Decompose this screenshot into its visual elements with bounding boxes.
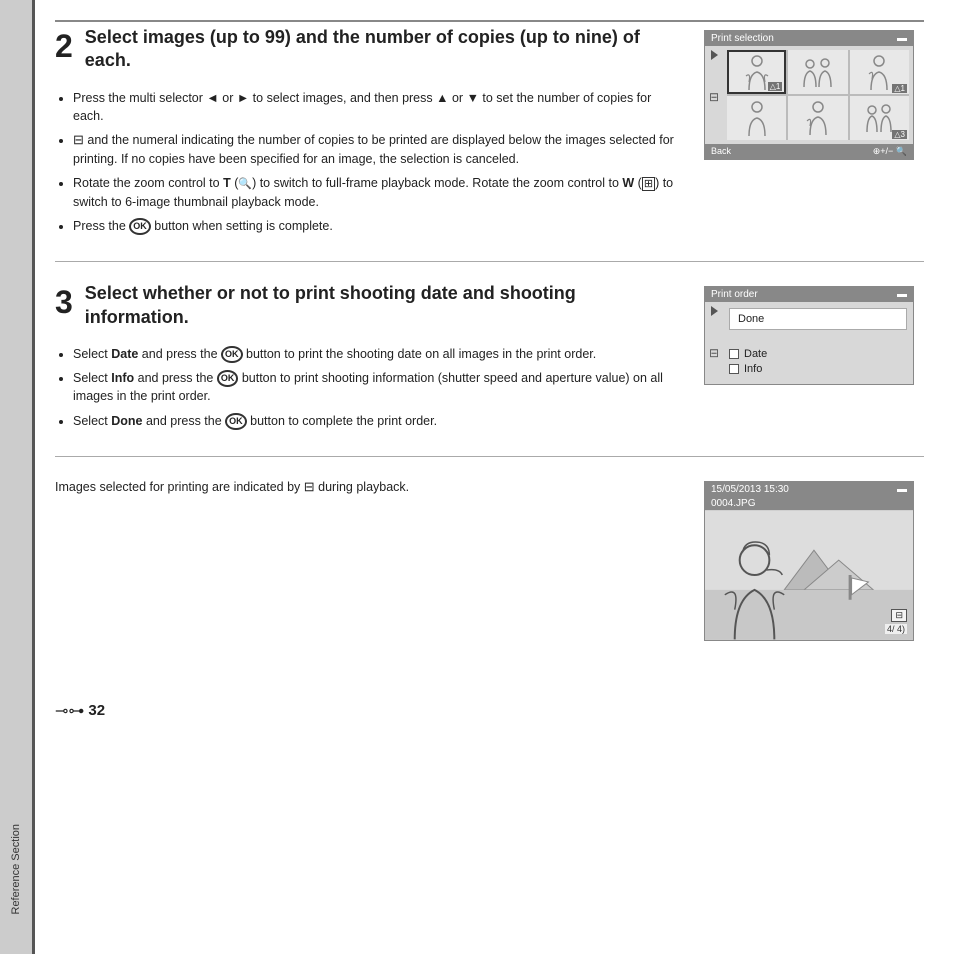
nav-print-icon-2: ⊟ [709, 346, 719, 360]
thumb-person-4 [744, 100, 770, 136]
step2-section: 2 Select images (up to 99) and the numbe… [55, 26, 924, 262]
screen-footer: Back ⊕+/− 🔍 [705, 144, 913, 159]
step2-number: 2 [55, 30, 73, 62]
date-checkbox [729, 349, 739, 359]
info-checkbox [729, 364, 739, 374]
ok-icon-date: OK [221, 346, 243, 363]
ok-button-icon: OK [129, 218, 151, 235]
step3-bullet-1: Select Date and press the OK button to p… [73, 345, 684, 363]
playback-badges: ⊟ 4/ 4) [885, 609, 907, 634]
screen-header: Print selection ▬ [705, 31, 913, 46]
nav-right-arrow [711, 50, 718, 60]
print-order-nav: ⊟ [705, 302, 723, 384]
print-order-header: Print order ▬ [705, 287, 913, 302]
thumb-5 [788, 96, 847, 140]
ok-icon-info: OK [217, 370, 239, 387]
step3-section: 3 Select whether or not to print shootin… [55, 282, 924, 457]
bottom-text: Images selected for printing are indicat… [55, 477, 684, 497]
step3-bullet-2: Select Info and press the OK button to p… [73, 369, 684, 405]
thumb-person-2 [800, 57, 836, 87]
print-selection-screen: Print selection ▬ ⊟ [704, 30, 914, 160]
playback-battery: ▬ [897, 484, 907, 495]
screen-nav-left: ⊟ [705, 46, 723, 144]
thumb-person-1 [743, 54, 771, 90]
page-icon: ⊸⊶ [55, 701, 84, 721]
step3-title: Select whether or not to print shooting … [85, 282, 684, 329]
step2-screen: Print selection ▬ ⊟ [704, 26, 924, 241]
playback-image-area: ⊟ 4/ 4) [705, 510, 913, 640]
done-option: Done [729, 308, 907, 330]
playback-count: 4/ 4) [885, 624, 907, 634]
print-order-title: Print order [711, 289, 758, 300]
step3-number: 3 [55, 286, 73, 318]
sidebar: Reference Section [0, 0, 32, 954]
battery-icon: ▬ [897, 33, 907, 44]
print-order-body-nav: ⊟ Done Date Info [705, 302, 913, 384]
screen-title: Print selection [711, 33, 774, 44]
footer-back: Back [711, 146, 731, 157]
nav-arrow-2 [711, 306, 718, 316]
playback-illustration [705, 510, 913, 640]
step2-bullet-3: Rotate the zoom control to T (🔍) to swit… [73, 174, 684, 211]
date-option: Date [729, 348, 907, 360]
step2-bullet-2: ⊟ and the numeral indicating the number … [73, 131, 684, 168]
sidebar-label: Reference Section [10, 824, 22, 915]
step3-bullet-3: Select Done and press the OK button to c… [73, 412, 684, 430]
info-label: Info [744, 363, 762, 375]
bottom-section: Images selected for printing are indicat… [55, 477, 924, 641]
thumb-badge-6: △3 [892, 130, 907, 139]
thumb-person-5 [805, 101, 831, 135]
thumb-4 [727, 96, 786, 140]
footer-zoom: ⊕+/− 🔍 [873, 146, 907, 157]
thumb-3: △1 [850, 50, 909, 94]
thumb-2 [788, 50, 847, 94]
thumb-badge-3: △1 [892, 84, 907, 93]
page-footer: ⊸⊶ 32 [55, 701, 924, 721]
page-container: Reference Section 2 Select images (up to… [0, 0, 954, 954]
print-order-screen: Print order ▬ ⊟ Done [704, 286, 914, 385]
step3-bullets: Select Date and press the OK button to p… [55, 345, 684, 430]
info-option: Info [729, 363, 907, 375]
playback-header: 15/05/2013 15:30 ▬ [705, 482, 913, 497]
step2-title: Select images (up to 99) and the number … [85, 26, 684, 73]
main-content: 2 Select images (up to 99) and the numbe… [32, 0, 954, 954]
print-order-options-area: Done Date Info [723, 302, 913, 384]
print-badge-icon: ⊟ [891, 609, 907, 622]
thumbnail-area: △1 [723, 46, 913, 144]
thumb-person-6 [864, 104, 894, 132]
step2-bullet-1: Press the multi selector ◄ or ► to selec… [73, 89, 684, 125]
screen-body-with-nav: ⊟ [705, 46, 913, 144]
ok-icon-done: OK [225, 413, 247, 430]
step2-left: 2 Select images (up to 99) and the numbe… [55, 26, 704, 241]
date-label: Date [744, 348, 767, 360]
page-number: 32 [88, 702, 105, 719]
battery-icon-2: ▬ [897, 289, 907, 300]
thumb-6: △3 [850, 96, 909, 140]
thumb-badge-1: △1 [768, 82, 783, 91]
thumb-grid: △1 [727, 50, 909, 140]
thumb-1: △1 [727, 50, 786, 94]
playback-screen-container: 15/05/2013 15:30 ▬ 0004.JPG [704, 477, 924, 641]
step3-screen: Print order ▬ ⊟ Done [704, 282, 924, 436]
playback-file: 0004.JPG [705, 497, 913, 510]
step3-left: 3 Select whether or not to print shootin… [55, 282, 704, 436]
nav-print-icon: ⊟ [709, 90, 719, 104]
step2-bullets: Press the multi selector ◄ or ► to selec… [55, 89, 684, 235]
thumb-person-3 [868, 54, 890, 90]
playback-screen: 15/05/2013 15:30 ▬ 0004.JPG [704, 481, 914, 641]
step2-bullet-4: Press the OK button when setting is comp… [73, 217, 684, 235]
playback-date: 15/05/2013 15:30 [711, 484, 789, 495]
